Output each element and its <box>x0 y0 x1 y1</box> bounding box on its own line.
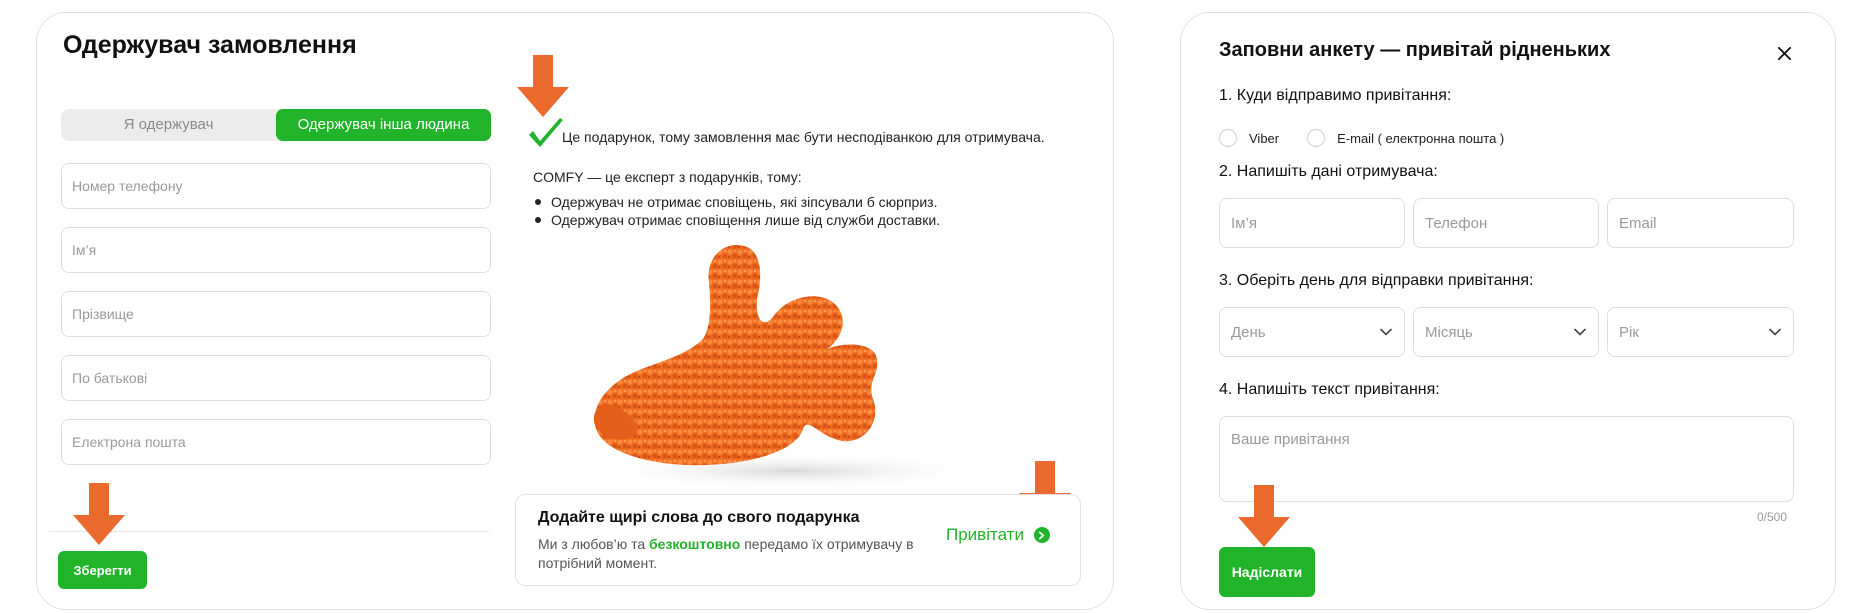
phone-field[interactable] <box>61 163 491 209</box>
plush-toy-image <box>577 239 1017 489</box>
form-title: Заповни анкету — привітай рідненьких <box>1219 39 1611 61</box>
chevron-right-icon <box>1033 527 1050 543</box>
arrow-down-icon <box>517 55 569 117</box>
email-field[interactable] <box>61 419 491 465</box>
email-input[interactable] <box>62 420 490 464</box>
toggle-other-recipient[interactable]: Одержувач інша людина <box>276 109 491 141</box>
recipient-email-input[interactable] <box>1608 199 1793 247</box>
greeting-form-card: Заповни анкету — привітай рідненьких 1. … <box>1180 12 1836 610</box>
checkmark-icon <box>527 117 565 151</box>
email-radio[interactable] <box>1307 129 1326 147</box>
recipient-email-field[interactable] <box>1607 198 1794 248</box>
arrow-down-icon <box>73 483 125 545</box>
recipient-phone-field[interactable] <box>1413 198 1599 248</box>
arrow-down-icon <box>1238 485 1290 547</box>
list-item: Одержувач отримає сповіщення лише від сл… <box>533 211 940 229</box>
channel-radio-group: Viber E-mail ( електронна пошта ) <box>1219 129 1504 147</box>
first-name-input[interactable] <box>62 228 490 272</box>
chevron-down-icon <box>1380 328 1392 336</box>
toggle-self-recipient[interactable]: Я одержувач <box>61 109 276 141</box>
phone-input[interactable] <box>62 164 490 208</box>
promo-text: Ми з любов’ю та безкоштовно передамо їх … <box>538 536 914 571</box>
promo-title: Додайте щирі слова до свого подарунка <box>538 509 860 526</box>
notice-list: Одержувач не отримає сповіщень, які зіпс… <box>533 193 940 229</box>
expert-line: COMFY — це експерт з подарунків, тому: <box>533 169 802 185</box>
patronymic-input[interactable] <box>62 356 490 400</box>
year-select[interactable]: Рік <box>1607 307 1794 357</box>
last-name-field[interactable] <box>61 291 491 337</box>
first-name-field[interactable] <box>61 227 491 273</box>
char-counter: 0/500 <box>1757 510 1788 524</box>
list-item: Одержувач не отримає сповіщень, які зіпс… <box>533 193 940 211</box>
send-button[interactable]: Надіслати <box>1219 547 1315 597</box>
last-name-input[interactable] <box>62 292 490 336</box>
chevron-down-icon <box>1769 328 1781 336</box>
chevron-down-icon <box>1574 328 1586 336</box>
question-4: 4. Напишіть текст привітання: <box>1219 381 1440 398</box>
greet-link[interactable]: Привітати <box>946 525 1050 545</box>
recipient-name-input[interactable] <box>1220 199 1404 247</box>
email-label: E-mail ( електронна пошта ) <box>1337 130 1505 146</box>
greet-link-label: Привітати <box>946 525 1024 544</box>
patronymic-field[interactable] <box>61 355 491 401</box>
message-textarea[interactable] <box>1220 417 1793 501</box>
save-button[interactable]: Зберегти <box>58 551 147 589</box>
greeting-promo: Додайте щирі слова до свого подарунка Ми… <box>515 494 1081 586</box>
month-select-value: Місяць <box>1425 323 1473 341</box>
question-2: 2. Напишіть дані отримувача: <box>1219 163 1438 180</box>
message-field[interactable] <box>1219 416 1794 502</box>
month-select[interactable]: Місяць <box>1413 307 1599 357</box>
recipient-name-field[interactable] <box>1219 198 1405 248</box>
question-3: 3. Оберіть день для відправки привітання… <box>1219 272 1534 289</box>
recipient-toggle: Я одержувач Одержувач інша людина <box>61 109 491 141</box>
recipient-card: Одержувач замовлення Я одержувач Одержув… <box>36 12 1114 610</box>
recipient-phone-input[interactable] <box>1414 199 1598 247</box>
viber-label: Viber <box>1249 130 1280 146</box>
day-select-value: День <box>1231 323 1266 341</box>
viber-radio[interactable] <box>1219 129 1237 147</box>
day-select[interactable]: День <box>1219 307 1405 357</box>
gift-note: Це подарунок, тому замовлення має бути н… <box>562 129 1045 145</box>
question-1: 1. Куди відправимо привітання: <box>1219 87 1452 104</box>
year-select-value: Рік <box>1619 323 1639 341</box>
page-title: Одержувач замовлення <box>63 31 357 59</box>
close-icon[interactable] <box>1770 39 1798 67</box>
